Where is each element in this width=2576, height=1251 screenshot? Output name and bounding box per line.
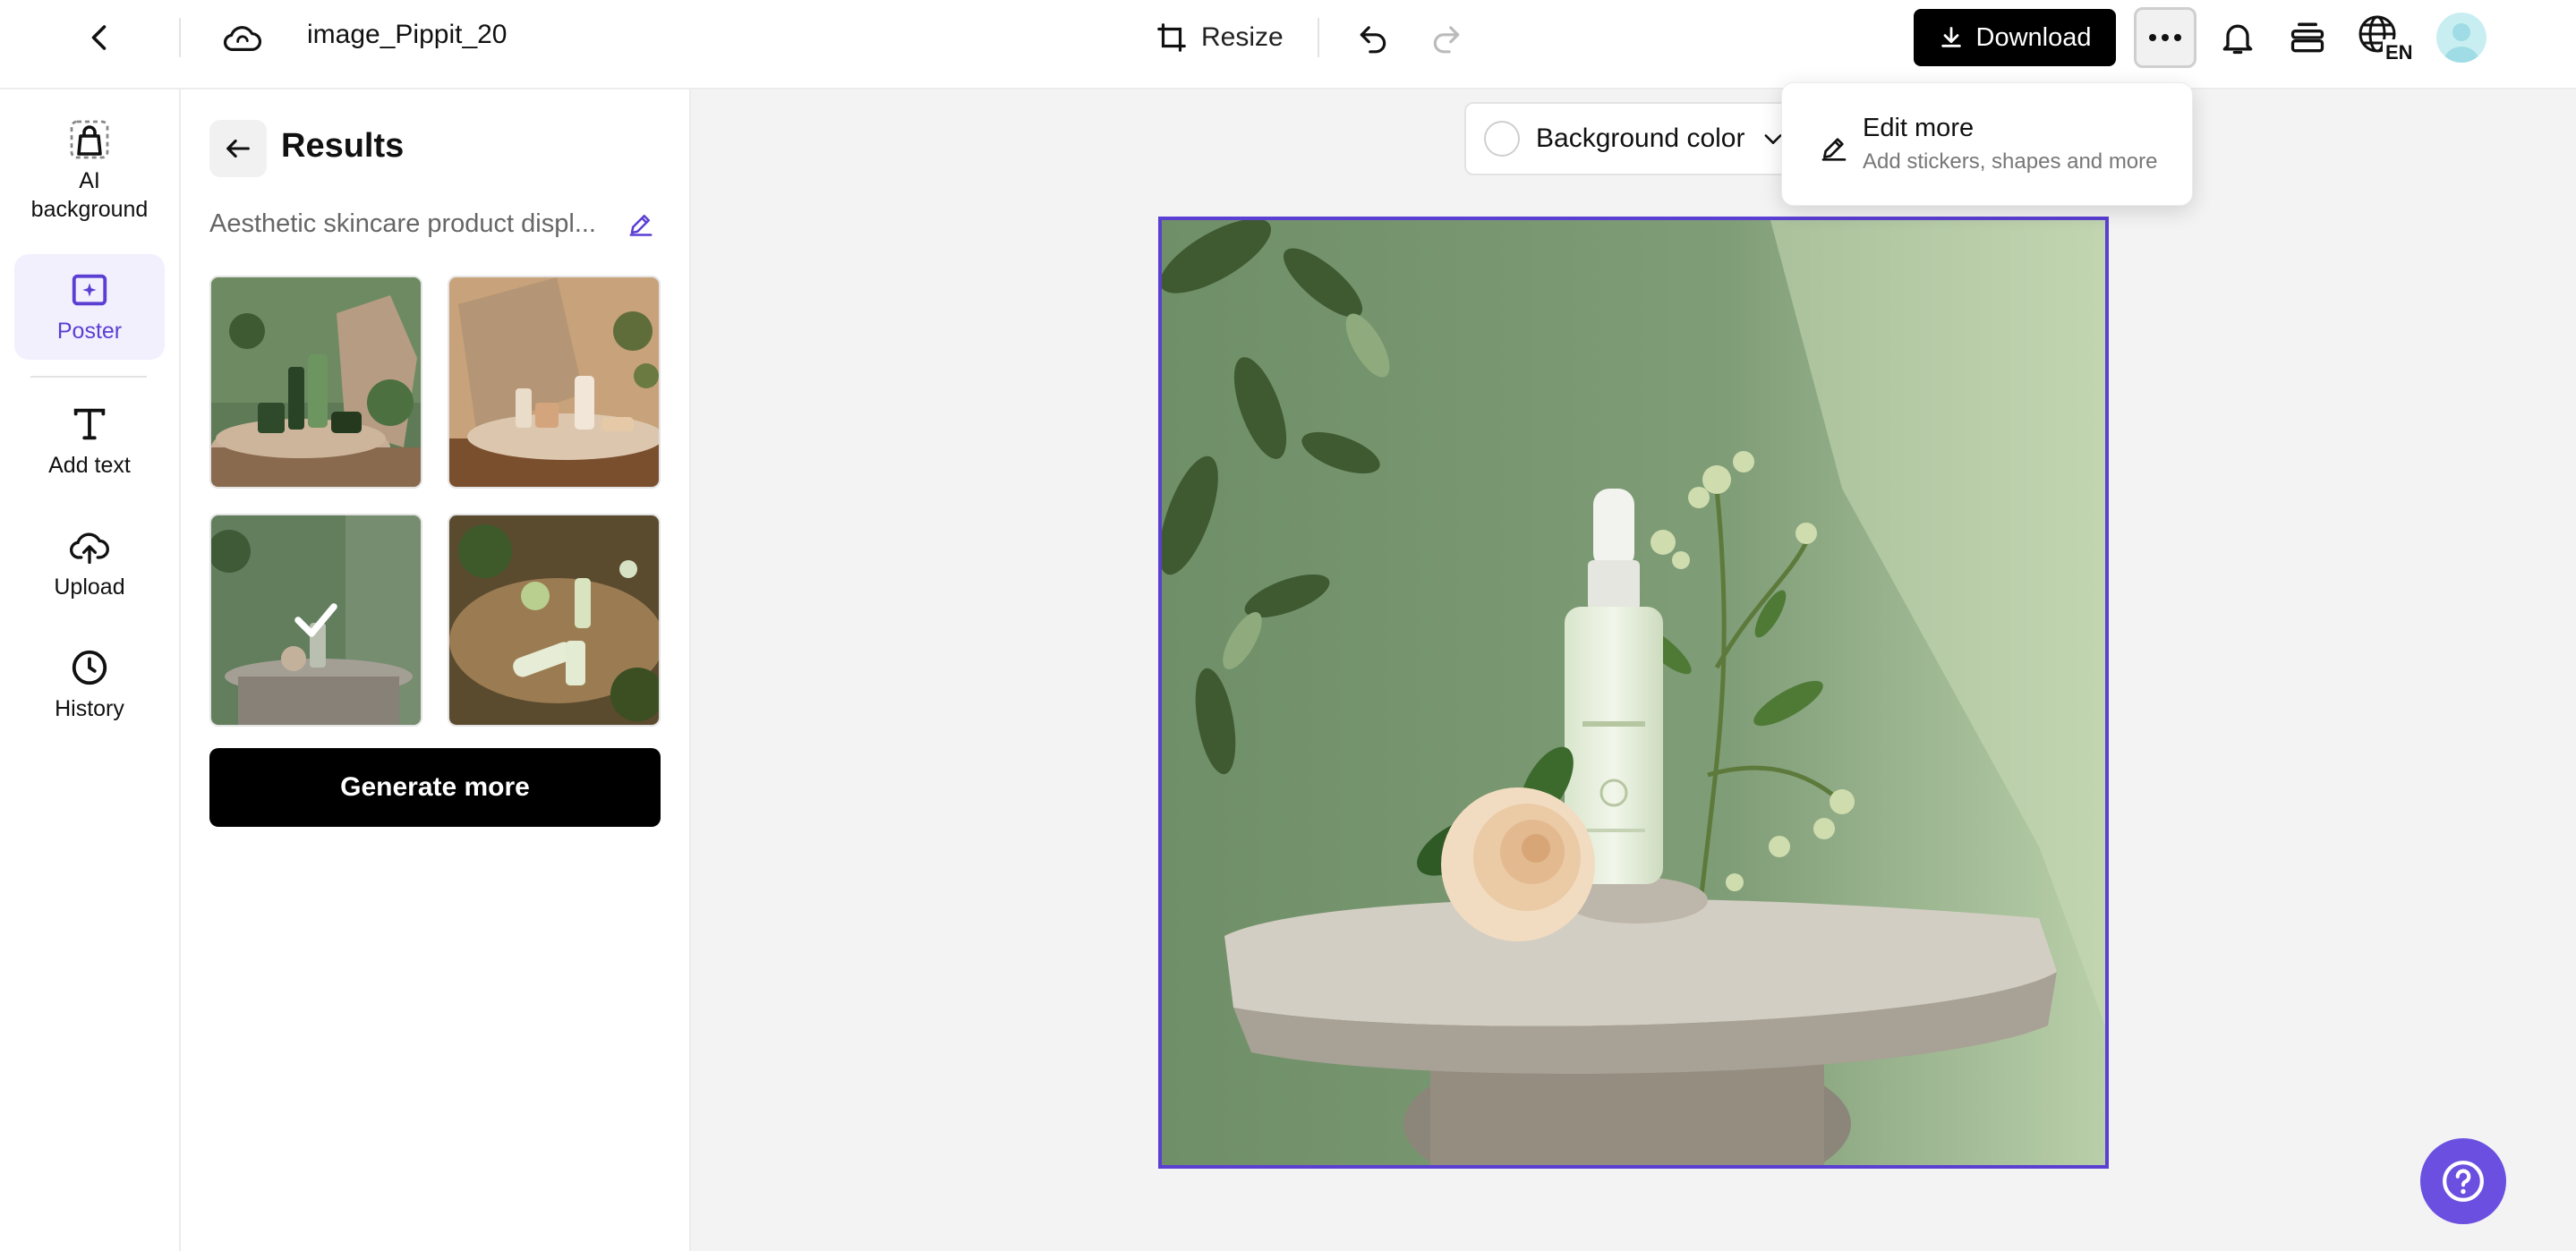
result-thumbnail-1[interactable] (209, 276, 422, 489)
language-button[interactable]: EN (2356, 13, 2415, 63)
text-icon (66, 401, 113, 447)
canvas-area: Background color (691, 89, 2576, 1251)
download-label: Download (1975, 22, 2092, 52)
rail-label: AI (79, 168, 100, 193)
background-color-label: Background color (1536, 123, 1745, 153)
resize-label: Resize (1201, 22, 1284, 52)
cloud-sync-icon (223, 26, 262, 51)
avatar-icon (2444, 23, 2479, 63)
resize-icon (1157, 23, 1186, 52)
more-options-menu: Edit more Add stickers, shapes and more (1781, 82, 2193, 206)
artboard-image[interactable] (1158, 217, 2109, 1169)
divider (30, 376, 147, 378)
background-color-button[interactable]: Background color (1464, 102, 1804, 175)
history-icon (66, 644, 113, 691)
redo-icon (1433, 26, 1460, 54)
stack-icon (2290, 22, 2324, 53)
upload-icon (66, 523, 113, 569)
result-thumbnail-3[interactable] (209, 514, 422, 727)
chevron-left-icon (91, 25, 107, 50)
arrow-left-icon (226, 139, 250, 158)
file-name[interactable]: image_Pippit_20 (307, 20, 508, 50)
selected-check (211, 515, 421, 725)
rail-label: Upload (54, 574, 125, 600)
undo-icon (1360, 26, 1386, 54)
rail-label: background (30, 197, 149, 222)
redo-button[interactable] (1425, 16, 1468, 59)
generate-more-button[interactable]: Generate more (209, 748, 661, 827)
rail-label: History (55, 696, 124, 721)
color-swatch (1484, 121, 1520, 157)
rail-item-history[interactable]: History (14, 644, 165, 723)
results-back-button[interactable] (209, 120, 267, 177)
ai-background-icon (66, 116, 113, 163)
download-button[interactable]: Download (1914, 9, 2116, 66)
rail-label: Add text (48, 453, 131, 478)
poster-icon (66, 267, 113, 313)
product-image (449, 515, 659, 725)
help-icon (2443, 1161, 2484, 1202)
undo-button[interactable] (1352, 16, 1395, 59)
language-badge: EN (2385, 41, 2413, 63)
results-panel: Results Aesthetic skincare product displ… (181, 89, 691, 1251)
rail-item-upload[interactable]: Upload (14, 523, 165, 601)
edit-more-item[interactable]: Edit more (1863, 114, 1974, 143)
download-icon (1941, 27, 1961, 47)
resize-button[interactable]: Resize (1155, 16, 1284, 59)
rail-item-poster[interactable]: Poster (14, 254, 165, 360)
results-title: Results (281, 127, 405, 165)
layers-button[interactable] (2284, 14, 2331, 61)
result-thumbnail-4[interactable] (448, 514, 661, 727)
cloud-save-button[interactable] (218, 16, 267, 61)
edit-more-description: Add stickers, shapes and more (1863, 149, 2158, 174)
divider (1318, 18, 1319, 57)
divider (179, 18, 181, 57)
globe-icon: EN (2358, 15, 2415, 63)
bell-icon (2222, 24, 2253, 55)
edit-icon (1818, 132, 1850, 164)
more-horizontal-icon (2149, 34, 2181, 41)
back-button[interactable] (79, 16, 122, 59)
user-avatar[interactable] (2436, 13, 2486, 63)
pencil-icon (629, 215, 653, 236)
checkmark-icon (294, 603, 337, 637)
top-bar: image_Pippit_20 Resize Download EN (0, 0, 2576, 89)
rail-label: Poster (56, 319, 123, 344)
result-thumbnail-2[interactable] (448, 276, 661, 489)
product-image (449, 277, 659, 487)
edit-prompt-button[interactable] (623, 206, 659, 242)
help-button[interactable] (2420, 1138, 2506, 1224)
notifications-button[interactable] (2214, 14, 2261, 61)
rail-item-ai-background[interactable]: AI background (14, 116, 165, 224)
product-photo (1162, 220, 2105, 1165)
rail-item-add-text[interactable]: Add text (14, 401, 165, 480)
prompt-text: Aesthetic skincare product displ... (209, 209, 596, 238)
more-options-button[interactable] (2134, 7, 2196, 68)
tool-rail: AI background Poster Add text Upload His… (0, 89, 181, 1251)
product-image (211, 277, 421, 487)
